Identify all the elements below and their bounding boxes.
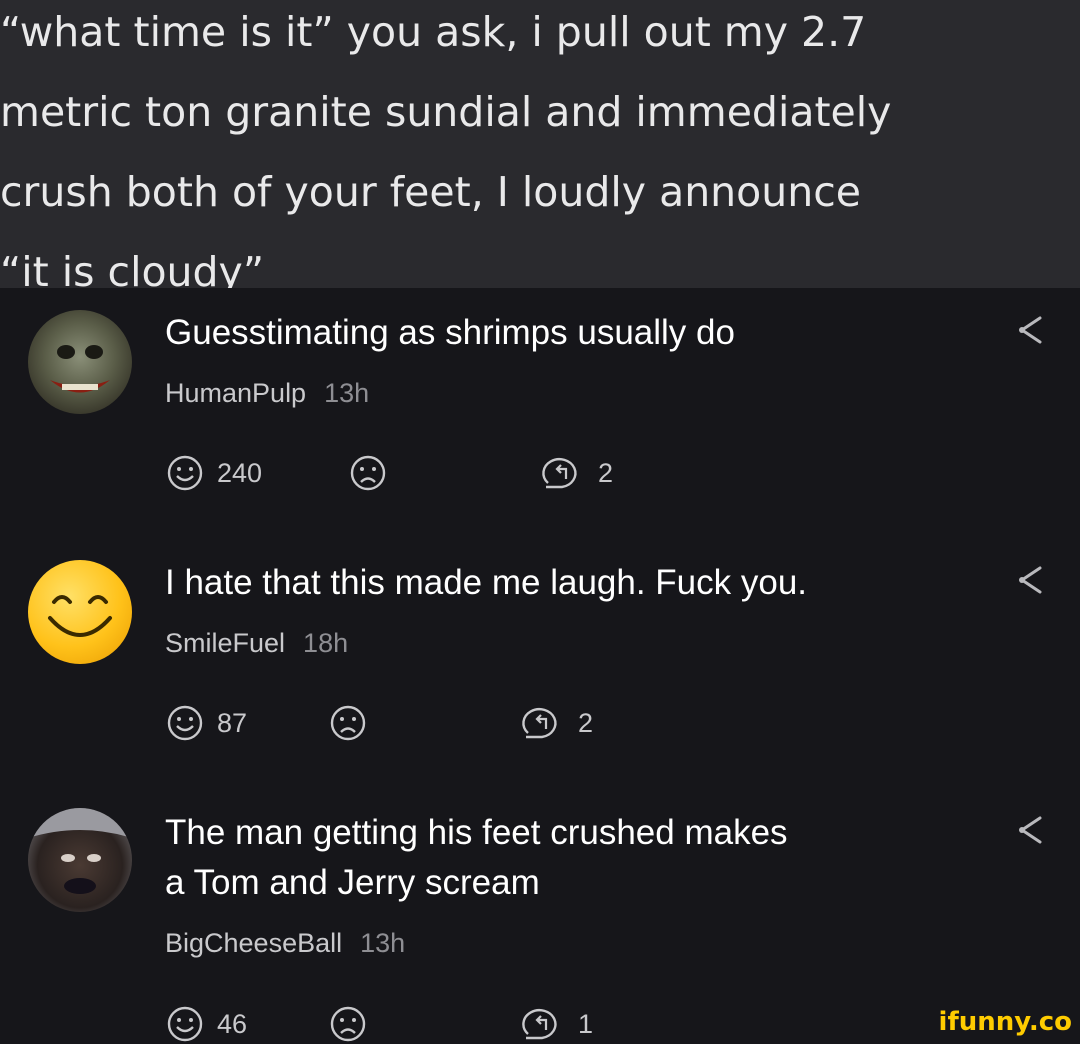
reply-icon — [542, 458, 577, 489]
avatar-face-icon — [50, 345, 110, 393]
smile-icon — [167, 705, 203, 741]
smile-button[interactable]: 87 — [165, 703, 247, 743]
timestamp: 13h — [324, 378, 370, 408]
share-icon[interactable] — [1010, 810, 1050, 850]
unsmile-icon — [350, 455, 386, 491]
reply-button[interactable]: 1 — [520, 1004, 593, 1044]
unsmile-button[interactable] — [328, 1004, 368, 1044]
post-text: “what time is it” you ask, i pull out my… — [0, 8, 892, 288]
smile-count: 240 — [217, 457, 263, 488]
post-text-block: “what time is it” you ask, i pull out my… — [0, 0, 1080, 288]
smile-icon — [167, 1006, 203, 1042]
comment-text: I hate that this made me laugh. Fuck you… — [165, 563, 808, 602]
reply-count: 2 — [598, 457, 614, 488]
comment-meta: BigCheeseBall 13h — [165, 928, 405, 959]
username[interactable]: SmileFuel — [165, 628, 285, 658]
share-icon[interactable] — [1010, 560, 1050, 600]
username[interactable]: HumanPulp — [165, 378, 306, 408]
comment-list: Guesstimating as shrimps usually do Huma… — [0, 288, 1080, 1044]
comment-actions: 240 2 — [165, 453, 765, 493]
timestamp: 13h — [360, 928, 406, 958]
smile-count: 87 — [217, 707, 248, 738]
avatar[interactable] — [28, 808, 132, 912]
smiley-avatar-icon — [48, 595, 112, 637]
unsmile-button[interactable] — [348, 453, 388, 493]
unsmile-icon — [330, 1006, 366, 1042]
share-icon[interactable] — [1010, 310, 1050, 350]
comment-meta: HumanPulp 13h — [165, 378, 369, 409]
reply-button[interactable]: 2 — [540, 453, 613, 493]
smile-button[interactable]: 240 — [165, 453, 262, 493]
avatar[interactable] — [28, 310, 132, 414]
smile-count: 46 — [217, 1008, 248, 1039]
reply-button[interactable]: 2 — [520, 703, 593, 743]
ifunny-watermark: ifunny.co — [938, 1007, 1072, 1037]
comment-meta: SmileFuel 18h — [165, 628, 348, 659]
timestamp: 18h — [303, 628, 349, 658]
reply-icon — [522, 1009, 557, 1040]
smile-button[interactable]: 46 — [165, 1004, 247, 1044]
comment-text: Guesstimating as shrimps usually do — [165, 313, 735, 352]
reply-icon — [522, 708, 557, 739]
comment-actions: 87 2 — [165, 703, 765, 743]
comment-text: The man getting his feet crushed makes a… — [165, 813, 788, 902]
reply-count: 2 — [578, 707, 594, 738]
unsmile-icon — [330, 705, 366, 741]
avatar[interactable] — [28, 560, 132, 664]
smile-icon — [167, 455, 203, 491]
reply-count: 1 — [578, 1008, 594, 1039]
username[interactable]: BigCheeseBall — [165, 928, 342, 958]
comment-actions: 46 1 — [165, 1004, 765, 1044]
unsmile-button[interactable] — [328, 703, 368, 743]
avatar-face-icon — [28, 808, 132, 894]
